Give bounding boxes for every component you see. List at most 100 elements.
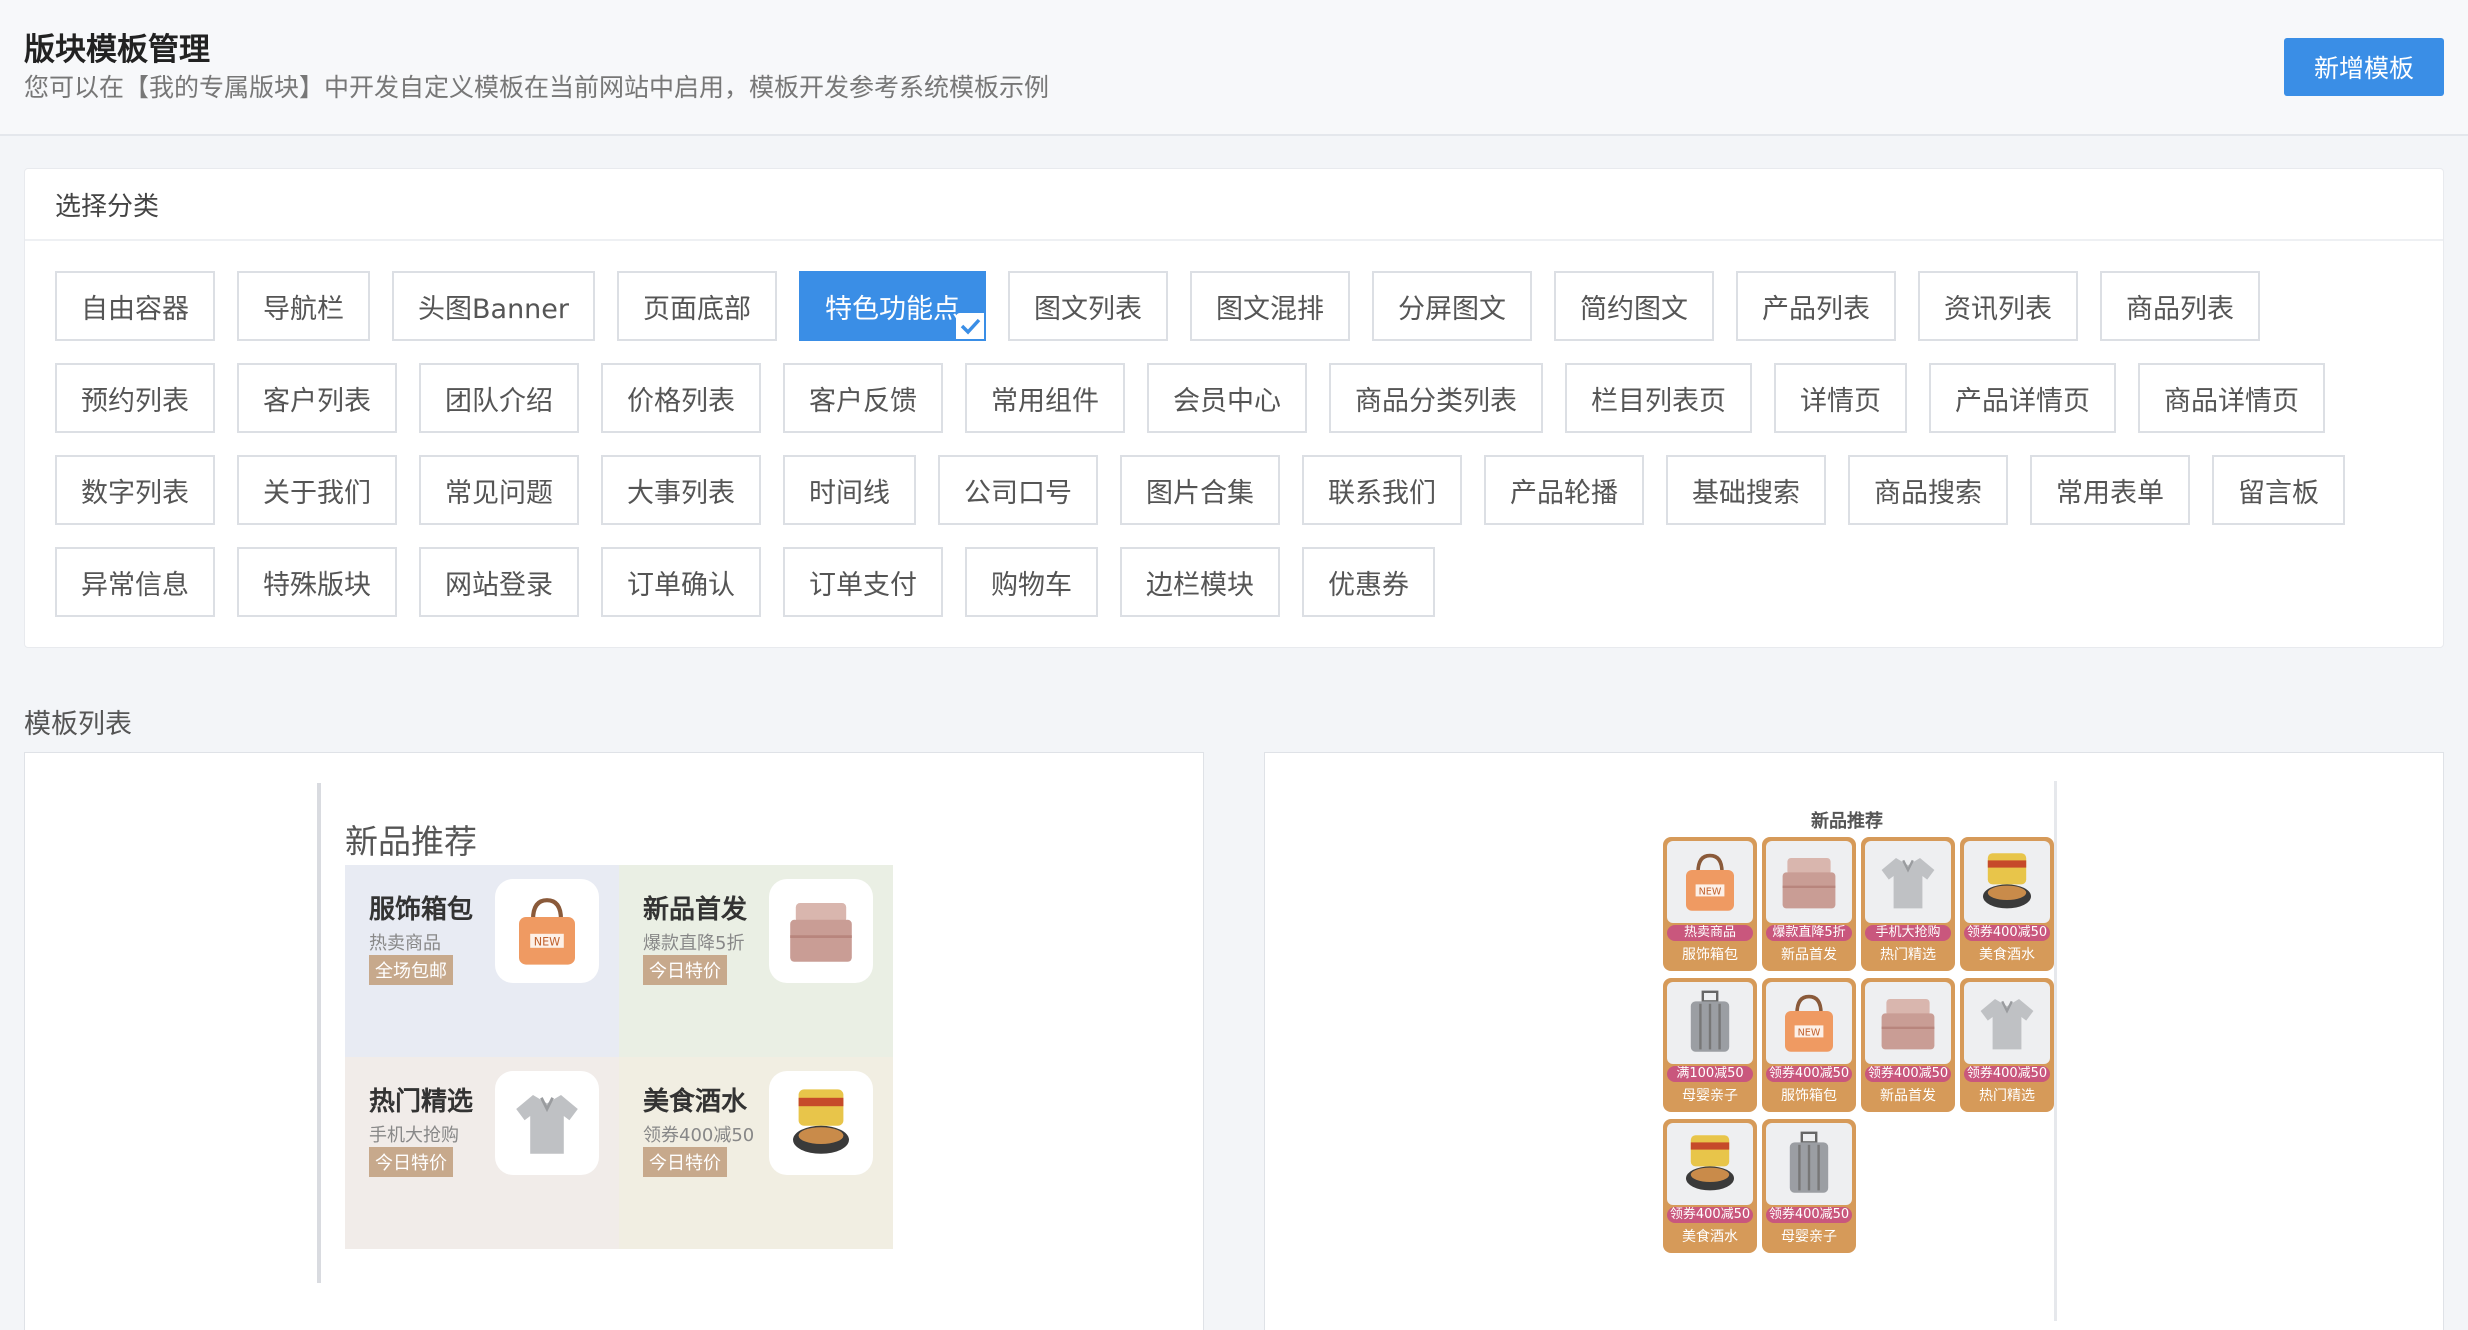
category-button[interactable]: 产品列表	[1736, 271, 1897, 341]
category-button[interactable]: 导航栏	[237, 271, 370, 341]
preview-tile: 服饰箱包 热卖商品 全场包邮 NEW	[345, 865, 619, 1057]
category-label: 团队介绍	[445, 385, 553, 417]
category-button[interactable]: 团队介绍	[419, 363, 579, 433]
tile-tag: 今日特价	[643, 955, 727, 985]
category-label: 产品列表	[1762, 293, 1871, 325]
preview-item-grid: NEW 热卖商品 服饰箱包 爆款直降5折 新品首发 手机大抢购 热门精选 领券400减50 美食…	[1663, 837, 2063, 1260]
category-button[interactable]: 图文列表	[1008, 271, 1169, 341]
template-preview: 新品推荐 NEW 热卖商品 服饰箱包 爆款直降5折 新品首发 手机大抢购 热门精选 领券400…	[1637, 781, 2057, 1321]
category-label: 异常信息	[81, 569, 189, 601]
category-button[interactable]: 边栏模块	[1120, 547, 1280, 617]
category-button[interactable]: 大事列表	[601, 455, 761, 525]
category-label: 订单确认	[627, 569, 735, 601]
category-button[interactable]: 公司口号	[938, 455, 1098, 525]
preview-product-card: 领券400减50 热门精选	[1960, 978, 2054, 1112]
preview-title: 新品推荐	[345, 822, 477, 861]
product-badge: 热卖商品	[1667, 925, 1753, 941]
category-button[interactable]: 简约图文	[1554, 271, 1715, 341]
category-label: 价格列表	[627, 385, 735, 417]
preview-product-card: NEW 领券400减50 服饰箱包	[1762, 978, 1856, 1112]
category-button[interactable]: 留言板	[2212, 455, 2345, 525]
category-label: 图文混排	[1216, 293, 1325, 325]
category-button[interactable]: 订单确认	[601, 547, 761, 617]
category-button[interactable]: 页面底部	[617, 271, 778, 341]
category-button[interactable]: 详情页	[1774, 363, 1907, 433]
preview-product-card: 领券400减50 美食酒水	[1960, 837, 2054, 971]
category-label: 基础搜索	[1692, 477, 1800, 509]
tile-tag: 全场包邮	[369, 955, 453, 985]
category-label: 常用表单	[2056, 477, 2164, 509]
category-button[interactable]: 联系我们	[1302, 455, 1462, 525]
category-label: 导航栏	[263, 293, 344, 325]
category-label: 页面底部	[643, 293, 752, 325]
category-button[interactable]: 自由容器	[55, 271, 215, 341]
category-label: 特色功能点	[825, 293, 961, 325]
noodle-bowl-icon	[769, 1071, 873, 1175]
category-button[interactable]: 客户列表	[237, 363, 397, 433]
shirt-icon	[495, 1071, 599, 1175]
category-label: 关于我们	[263, 477, 371, 509]
category-label: 商品列表	[2126, 293, 2235, 325]
category-button[interactable]: 产品详情页	[1929, 363, 2116, 433]
product-badge: 满100减50	[1667, 1066, 1753, 1082]
category-label: 特殊版块	[263, 569, 371, 601]
noodle-bowl-icon	[1964, 841, 2050, 923]
category-label: 栏目列表页	[1591, 385, 1726, 417]
product-badge: 领券400减50	[1865, 1066, 1951, 1082]
category-button[interactable]: 会员中心	[1147, 363, 1307, 433]
category-button[interactable]: 商品搜索	[1848, 455, 2008, 525]
tile-subtitle: 手机大抢购	[369, 1125, 459, 1146]
product-name: 热门精选	[1979, 1088, 2035, 1104]
category-button[interactable]: 商品分类列表	[1329, 363, 1543, 433]
bag-icon: NEW	[495, 879, 599, 983]
preview-tile-grid: 服饰箱包 热卖商品 全场包邮 NEW 新品首发 爆款直降5折 今日特价 热门精选 手机大抢购 今日…	[345, 865, 893, 1249]
category-button[interactable]: 网站登录	[419, 547, 579, 617]
page-title: 版块模板管理	[24, 32, 210, 68]
page-header: 版块模板管理 您可以在【我的专属版块】中开发自定义模板在当前网站中启用，模板开发…	[0, 0, 2468, 136]
category-button[interactable]: 资讯列表	[1918, 271, 2079, 341]
preview-product-card: 领券400减50 美食酒水	[1663, 1119, 1757, 1253]
category-label: 产品轮播	[1510, 477, 1618, 509]
category-button[interactable]: 订单支付	[783, 547, 943, 617]
category-label: 联系我们	[1328, 477, 1436, 509]
category-button[interactable]: 特殊版块	[237, 547, 397, 617]
category-button[interactable]: 栏目列表页	[1565, 363, 1752, 433]
category-panel: 选择分类 自由容器 导航栏 头图Banner 页面底部 特色功能点 图文列表 图文混排 分屏图…	[24, 168, 2444, 648]
category-button[interactable]: 产品轮播	[1484, 455, 1644, 525]
add-template-button[interactable]: 新增模板	[2284, 38, 2444, 96]
category-button[interactable]: 图文混排	[1190, 271, 1351, 341]
product-badge: 领券400减50	[1964, 925, 2050, 941]
product-name: 服饰箱包	[1682, 947, 1738, 963]
category-button[interactable]: 客户反馈	[783, 363, 943, 433]
category-button[interactable]: 关于我们	[237, 455, 397, 525]
category-button[interactable]: 价格列表	[601, 363, 761, 433]
product-name: 母婴亲子	[1682, 1088, 1738, 1104]
category-button[interactable]: 商品列表	[2100, 271, 2261, 341]
category-button[interactable]: 头图Banner	[392, 271, 596, 341]
category-label: 图文列表	[1034, 293, 1143, 325]
svg-text:NEW: NEW	[1798, 1028, 1821, 1039]
noodle-bowl-icon	[1667, 1123, 1753, 1205]
category-button[interactable]: 常用表单	[2030, 455, 2190, 525]
preview-product-card: 爆款直降5折 新品首发	[1762, 837, 1856, 971]
category-button[interactable]: 图片合集	[1120, 455, 1280, 525]
category-label: 预约列表	[81, 385, 189, 417]
category-button[interactable]: 异常信息	[55, 547, 215, 617]
category-button[interactable]: 数字列表	[55, 455, 215, 525]
template-card[interactable]: 新品推荐 服饰箱包 热卖商品 全场包邮 NEW 新品首发 爆款直降5折 今日特价 热门精选 手机…	[24, 752, 1204, 1330]
category-button[interactable]: 预约列表	[55, 363, 215, 433]
category-button[interactable]: 常见问题	[419, 455, 579, 525]
category-button[interactable]: 时间线	[783, 455, 916, 525]
category-button[interactable]: 常用组件	[965, 363, 1125, 433]
category-label: 详情页	[1800, 385, 1881, 417]
tile-name: 服饰箱包	[369, 895, 474, 925]
category-button[interactable]: 商品详情页	[2138, 363, 2325, 433]
category-button[interactable]: 特色功能点	[799, 271, 987, 341]
category-button[interactable]: 优惠券	[1302, 547, 1435, 617]
template-card[interactable]: 新品推荐 NEW 热卖商品 服饰箱包 爆款直降5折 新品首发 手机大抢购 热门精选 领券400…	[1264, 752, 2444, 1330]
category-button[interactable]: 基础搜索	[1666, 455, 1826, 525]
category-button[interactable]: 分屏图文	[1372, 271, 1533, 341]
product-name: 美食酒水	[1682, 1229, 1738, 1245]
category-button[interactable]: 购物车	[965, 547, 1098, 617]
product-badge: 领券400减50	[1667, 1207, 1753, 1223]
